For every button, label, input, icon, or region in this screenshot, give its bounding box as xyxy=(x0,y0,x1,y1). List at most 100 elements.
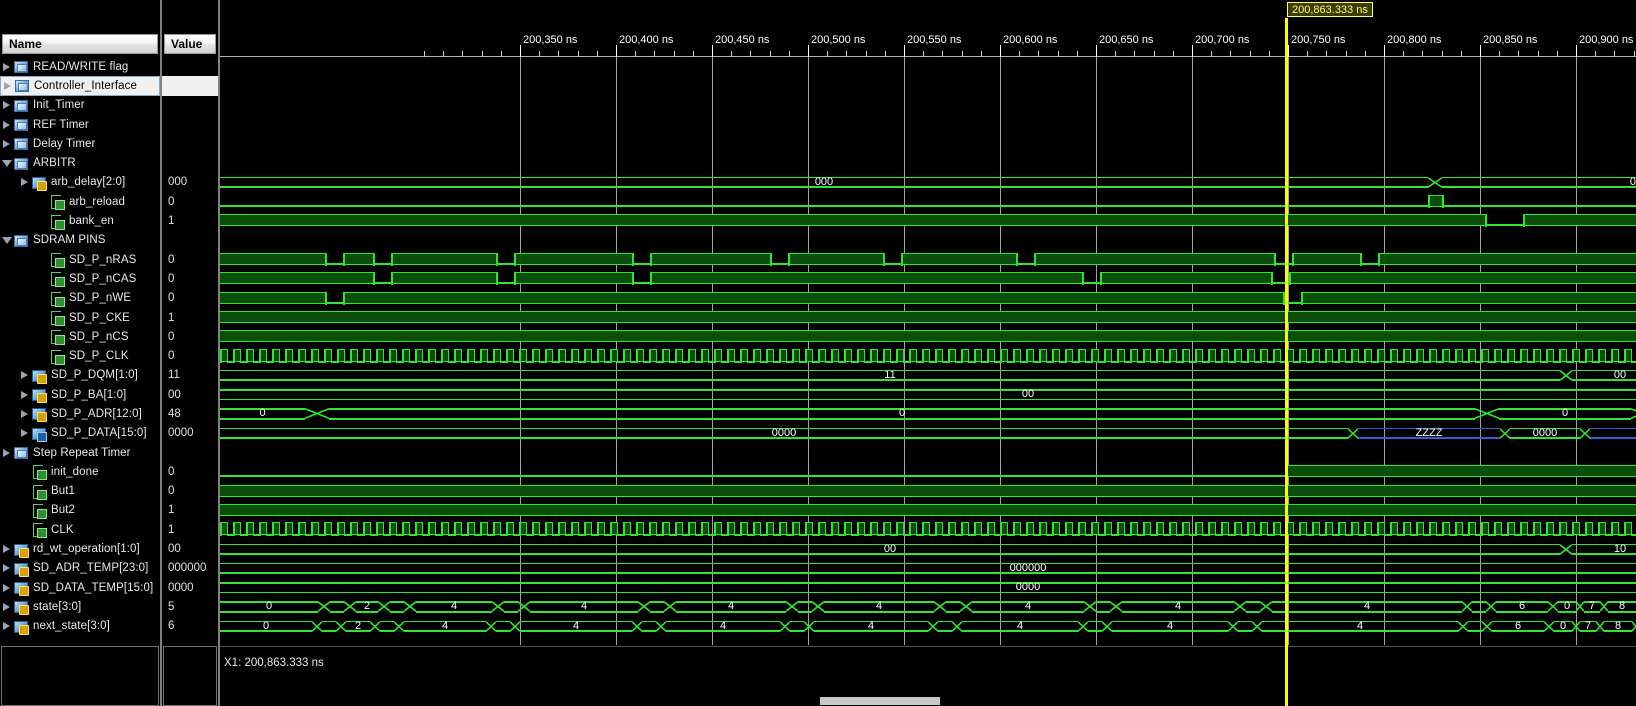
signal-row-sd-p-clk[interactable]: SD_P_CLK xyxy=(0,346,160,365)
signal-row-init-done[interactable]: init_done xyxy=(0,462,160,481)
clock-edge xyxy=(447,522,450,537)
signal-row-arb-delay-2-0[interactable]: arb_delay[2:0] xyxy=(0,173,160,192)
waveform-row-step-repeat-timer[interactable] xyxy=(220,443,1636,462)
signal-row-sd-p-ncas[interactable]: SD_P_nCAS xyxy=(0,269,160,288)
waveform-row-init-timer[interactable] xyxy=(220,96,1636,115)
clock-edge xyxy=(1227,522,1230,537)
signal-row-clk[interactable]: CLK xyxy=(0,520,160,539)
signal-row-controller-interface[interactable]: Controller_Interface xyxy=(0,76,160,96)
bus-bottom-edge xyxy=(1096,610,1110,613)
chevron-down-icon[interactable] xyxy=(0,159,13,167)
clock-edge xyxy=(1266,348,1269,363)
signal-row-sd-adr-temp-23-0[interactable]: SD_ADR_TEMP[23:0] xyxy=(0,559,160,578)
waveform-row-sd-p-dqm-1-0[interactable]: 11001100 xyxy=(220,366,1636,385)
waveform-row-sd-p-cke[interactable] xyxy=(220,308,1636,327)
waveform-row-sdram-pins[interactable] xyxy=(220,231,1636,250)
waveform-row-arbitr[interactable] xyxy=(220,154,1636,173)
wave-pane[interactable]: 200,350 ns 200,400 ns 200,450 ns 200,500 ns… xyxy=(220,0,1636,706)
waveform-row-bank-en[interactable] xyxy=(220,211,1636,230)
signal-row-sd-p-ncs[interactable]: SD_P_nCS xyxy=(0,327,160,346)
chevron-right-icon[interactable] xyxy=(0,448,13,457)
signal-row-but1[interactable]: But1 xyxy=(0,482,160,501)
signal-row-delay-timer[interactable]: Delay Timer xyxy=(0,134,160,153)
clock-edge xyxy=(1546,348,1548,363)
waveform-row-sd-p-ncs[interactable] xyxy=(220,327,1636,346)
wave-canvas[interactable]: 000000110011000000000000ZZZZ0000ZZZZ0010… xyxy=(220,57,1636,645)
signal-row-sd-p-nras[interactable]: SD_P_nRAS xyxy=(0,250,160,269)
waveform-row-sd-adr-temp-23-0[interactable]: 000000 xyxy=(220,559,1636,578)
clock-edge xyxy=(694,522,697,537)
waveform-row-controller-interface[interactable] xyxy=(220,76,1636,95)
signal-row-sd-p-dqm-1-0[interactable]: SD_P_DQM[1:0] xyxy=(0,366,160,385)
signal-row-sd-p-nwe[interactable]: SD_P_nWE xyxy=(0,289,160,308)
chevron-right-icon[interactable] xyxy=(18,178,31,187)
chevron-right-icon[interactable] xyxy=(0,139,13,148)
chevron-right-icon[interactable] xyxy=(0,545,13,554)
horizontal-scrollbar[interactable] xyxy=(820,697,940,705)
clock-edge xyxy=(831,348,833,363)
waveform-row-read-write-flag[interactable] xyxy=(220,57,1636,76)
waveform-row-arb-delay-2-0[interactable]: 000 000 xyxy=(220,173,1636,192)
waveform-row-sd-p-clk[interactable] xyxy=(220,347,1636,366)
chevron-right-icon[interactable] xyxy=(18,390,31,399)
waveform-row-clk[interactable] xyxy=(220,520,1636,539)
chevron-right-icon[interactable] xyxy=(18,371,31,380)
time-ruler[interactable]: 200,350 ns 200,400 ns 200,450 ns 200,500 ns… xyxy=(220,0,1636,57)
cursor-line[interactable] xyxy=(1285,18,1288,706)
clock-edge xyxy=(1000,522,1002,537)
signal-row-but2[interactable]: But2 xyxy=(0,501,160,520)
waveform-row-but1[interactable] xyxy=(220,482,1636,501)
clock-edge xyxy=(434,348,437,363)
name-column-header[interactable]: Name xyxy=(2,34,158,54)
chevron-right-icon[interactable] xyxy=(0,602,13,611)
signal-row-sd-p-cke[interactable]: SD_P_CKE xyxy=(0,308,160,327)
waveform-row-ref-timer[interactable] xyxy=(220,115,1636,134)
chevron-right-icon[interactable] xyxy=(0,101,13,110)
signal-row-rd-wt-operation-1-0[interactable]: rd_wt_operation[1:0] xyxy=(0,539,160,558)
waveform-row-but2[interactable] xyxy=(220,501,1636,520)
signal-row-read-write-flag[interactable]: READ/WRITE flag xyxy=(0,57,160,76)
chevron-right-icon[interactable] xyxy=(0,120,13,129)
signal-row-sd-p-data-15-0[interactable]: SD_P_DATA[15:0] xyxy=(0,424,160,443)
chevron-down-icon[interactable] xyxy=(0,236,13,244)
signal-row-next-state-3-0[interactable]: next_state[3:0] xyxy=(0,617,160,636)
signal-row-state-3-0[interactable]: state[3:0] xyxy=(0,597,160,616)
chevron-right-icon[interactable] xyxy=(0,564,13,573)
signal-row-sd-p-ba-1-0[interactable]: SD_P_BA[1:0] xyxy=(0,385,160,404)
chevron-right-icon[interactable] xyxy=(0,622,13,631)
waveform-row-sd-p-nras[interactable] xyxy=(220,250,1636,269)
waveform-row-arb-reload[interactable] xyxy=(220,192,1636,211)
signal-row-bank-en[interactable]: bank_en xyxy=(0,211,160,230)
logic-edge xyxy=(650,253,652,266)
waveform-row-sd-p-data-15-0[interactable]: 0000 ZZZZ 0000 ZZZZ xyxy=(220,424,1636,443)
signal-row-init-timer[interactable]: Init_Timer xyxy=(0,96,160,115)
signal-row-sd-data-temp-15-0[interactable]: SD_DATA_TEMP[15:0] xyxy=(0,578,160,597)
waveform-row-sd-data-temp-15-0[interactable]: 0000 xyxy=(220,578,1636,597)
value-column-header[interactable]: Value xyxy=(164,34,216,54)
signal-row-step-repeat-timer[interactable]: Step Repeat Timer xyxy=(0,443,160,462)
waveform-row-sd-p-ba-1-0[interactable]: 00 xyxy=(220,385,1636,404)
signal-row-arb-reload[interactable]: arb_reload xyxy=(0,192,160,211)
waveform-row-sd-p-nwe[interactable] xyxy=(220,289,1636,308)
clock-edge xyxy=(506,522,508,537)
signal-row-ref-timer[interactable]: REF Timer xyxy=(0,115,160,134)
signal-row-sd-p-adr-12-0[interactable]: SD_P_ADR[12:0] xyxy=(0,404,160,423)
waveform-row-rd-wt-operation-1-0[interactable]: 00100010 xyxy=(220,540,1636,559)
cursor-time-flag[interactable]: 200,863.333 ns xyxy=(1287,2,1373,17)
chevron-right-icon[interactable] xyxy=(18,429,31,438)
waveform-row-sd-p-ncas[interactable] xyxy=(220,269,1636,288)
waveform-row-sd-p-adr-12-0[interactable]: 0000 xyxy=(220,404,1636,423)
signal-row-arbitr[interactable]: ARBITR xyxy=(0,153,160,172)
waveform-row-delay-timer[interactable] xyxy=(220,134,1636,153)
chevron-right-icon[interactable] xyxy=(0,62,13,71)
signal-row-sdram-pins[interactable]: SDRAM PINS xyxy=(0,231,160,250)
clock-edge xyxy=(1364,348,1366,363)
chevron-right-icon[interactable] xyxy=(1,81,14,90)
clock-edge xyxy=(408,522,411,537)
waveform-row-state-3-0[interactable]: 0244444446078abc07 xyxy=(220,597,1636,616)
clock-edge xyxy=(1130,348,1132,363)
waveform-row-next-state-3-0[interactable]: 0244444446078abc07 xyxy=(220,617,1636,636)
chevron-right-icon[interactable] xyxy=(0,583,13,592)
waveform-row-init-done[interactable] xyxy=(220,462,1636,481)
chevron-right-icon[interactable] xyxy=(18,409,31,418)
